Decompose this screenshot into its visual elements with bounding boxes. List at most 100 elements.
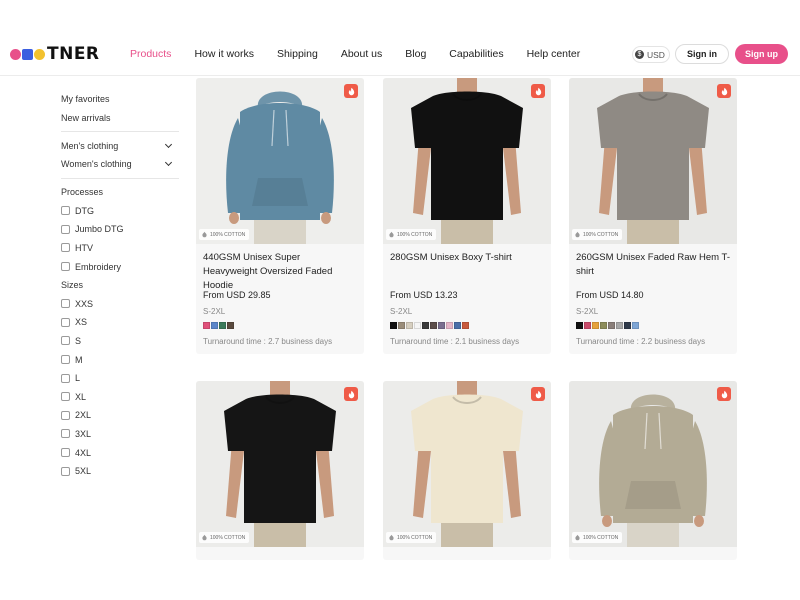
product-title[interactable]: 280GSM Unisex Boxy T-shirt xyxy=(390,251,544,281)
color-swatch[interactable] xyxy=(227,322,234,329)
nav-products[interactable]: Products xyxy=(130,48,171,60)
product-card[interactable]: 100% COTTON xyxy=(383,381,551,560)
cotton-badge-label: 100% COTTON xyxy=(210,231,246,238)
logo-dot-yellow xyxy=(34,48,45,60)
process-filter-embroidery[interactable]: Embroidery xyxy=(61,257,179,276)
color-swatch[interactable] xyxy=(616,322,623,329)
checkbox-label: XXS xyxy=(75,298,94,309)
size-filter-4xl[interactable]: 4XL xyxy=(61,443,179,462)
brand-logo[interactable]: TNER xyxy=(10,44,100,64)
color-swatch[interactable] xyxy=(576,322,583,329)
category-womens-clothing[interactable]: Women's clothing xyxy=(61,155,179,174)
product-card[interactable]: 100% COTTON 440GSM Unisex Super Heavyweig… xyxy=(196,78,364,354)
product-card[interactable]: 100% COTTON 280GSM Unisex Boxy T-shirt Fro… xyxy=(383,78,551,354)
fire-icon xyxy=(344,84,358,98)
size-filter-s[interactable]: S xyxy=(61,332,179,351)
cotton-badge-label: 100% COTTON xyxy=(583,534,619,541)
color-swatch[interactable] xyxy=(446,322,453,329)
nav-blog[interactable]: Blog xyxy=(405,48,426,60)
cotton-badge: 100% COTTON xyxy=(572,229,623,240)
cotton-badge: 100% COTTON xyxy=(199,229,250,240)
color-swatch[interactable] xyxy=(454,322,461,329)
process-filter-jumbo-dtg[interactable]: Jumbo DTG xyxy=(61,220,179,239)
color-swatch[interactable] xyxy=(592,322,599,329)
product-title[interactable] xyxy=(576,554,730,560)
sidebar-link-label: My favorites xyxy=(61,94,110,105)
color-swatch[interactable] xyxy=(414,322,421,329)
checkbox[interactable] xyxy=(61,392,70,402)
color-swatch[interactable] xyxy=(211,322,218,329)
checkbox[interactable] xyxy=(61,448,70,458)
product-title[interactable]: 260GSM Unisex Faded Raw Hem T-shirt xyxy=(576,251,730,281)
checkbox[interactable] xyxy=(61,243,70,253)
product-image[interactable]: 100% COTTON xyxy=(569,381,737,547)
sidebar-link-favorites[interactable]: My favorites xyxy=(61,90,179,109)
nav-about-us[interactable]: About us xyxy=(341,48,382,60)
product-image[interactable]: 100% COTTON xyxy=(569,78,737,244)
color-swatch[interactable] xyxy=(608,322,615,329)
color-swatch[interactable] xyxy=(600,322,607,329)
checkbox-label: XS xyxy=(75,317,88,328)
checkbox[interactable] xyxy=(61,224,70,234)
checkbox[interactable] xyxy=(61,410,70,420)
color-swatch[interactable] xyxy=(203,322,210,329)
color-swatch[interactable] xyxy=(624,322,631,329)
product-card[interactable]: 100% COTTON xyxy=(569,381,737,560)
checkbox[interactable] xyxy=(61,373,70,383)
product-image[interactable]: 100% COTTON xyxy=(383,78,551,244)
product-image[interactable]: 100% COTTON xyxy=(196,381,364,547)
product-title[interactable] xyxy=(203,554,357,560)
checkbox[interactable] xyxy=(61,429,70,439)
product-card[interactable]: 100% COTTON xyxy=(196,381,364,560)
size-filter-list: XXS XS S M L XL 2XL 3XL 4XL 5XL xyxy=(61,295,179,481)
size-filter-l[interactable]: L xyxy=(61,369,179,388)
checkbox-label: XL xyxy=(75,391,87,402)
sign-in-button[interactable]: Sign in xyxy=(675,44,729,64)
checkbox[interactable] xyxy=(61,355,70,365)
category-mens-clothing[interactable]: Men's clothing xyxy=(61,136,179,155)
size-filter-3xl[interactable]: 3XL xyxy=(61,425,179,444)
currency-selector[interactable]: $ USD xyxy=(632,46,670,63)
color-swatch[interactable] xyxy=(398,322,405,329)
checkbox[interactable] xyxy=(61,262,70,272)
process-filter-list: DTG Jumbo DTG HTV Embroidery xyxy=(61,201,179,275)
product-image[interactable]: 100% COTTON xyxy=(383,381,551,547)
chevron-down-icon xyxy=(164,140,173,148)
process-filter-dtg[interactable]: DTG xyxy=(61,201,179,220)
color-swatch[interactable] xyxy=(632,322,639,329)
nav-capabilities[interactable]: Capabilities xyxy=(449,48,503,60)
size-filter-2xl[interactable]: 2XL xyxy=(61,406,179,425)
color-swatch[interactable] xyxy=(462,322,469,329)
color-swatch[interactable] xyxy=(430,322,437,329)
color-swatch[interactable] xyxy=(422,322,429,329)
nav-shipping[interactable]: Shipping xyxy=(277,48,318,60)
size-filter-xs[interactable]: XS xyxy=(61,313,179,332)
size-filter-xl[interactable]: XL xyxy=(61,387,179,406)
process-filter-htv[interactable]: HTV xyxy=(61,239,179,258)
checkbox[interactable] xyxy=(61,206,70,216)
nav-help-center[interactable]: Help center xyxy=(527,48,581,60)
checkbox[interactable] xyxy=(61,336,70,346)
processes-heading: Processes xyxy=(61,187,104,198)
product-title[interactable] xyxy=(390,554,544,560)
sign-up-button[interactable]: Sign up xyxy=(735,44,788,64)
color-swatch[interactable] xyxy=(219,322,226,329)
top-header: TNER Products How it works Shipping Abou… xyxy=(0,32,800,76)
color-swatch[interactable] xyxy=(438,322,445,329)
checkbox[interactable] xyxy=(61,299,70,309)
product-card[interactable]: 100% COTTON 260GSM Unisex Faded Raw Hem T… xyxy=(569,78,737,354)
sidebar-link-new-arrivals[interactable]: New arrivals xyxy=(61,109,179,128)
color-swatch[interactable] xyxy=(390,322,397,329)
product-info: 280GSM Unisex Boxy T-shirt From USD 13.23… xyxy=(383,244,551,354)
product-image[interactable]: 100% COTTON xyxy=(196,78,364,244)
color-swatch[interactable] xyxy=(406,322,413,329)
product-price: From USD 29.85 xyxy=(203,290,271,300)
checkbox[interactable] xyxy=(61,317,70,327)
nav-how-it-works[interactable]: How it works xyxy=(194,48,254,60)
size-filter-xxs[interactable]: XXS xyxy=(61,295,179,314)
product-title[interactable]: 440GSM Unisex Super Heavyweight Oversize… xyxy=(203,251,357,291)
size-filter-5xl[interactable]: 5XL xyxy=(61,462,179,481)
color-swatch[interactable] xyxy=(584,322,591,329)
size-filter-m[interactable]: M xyxy=(61,350,179,369)
checkbox[interactable] xyxy=(61,466,70,476)
